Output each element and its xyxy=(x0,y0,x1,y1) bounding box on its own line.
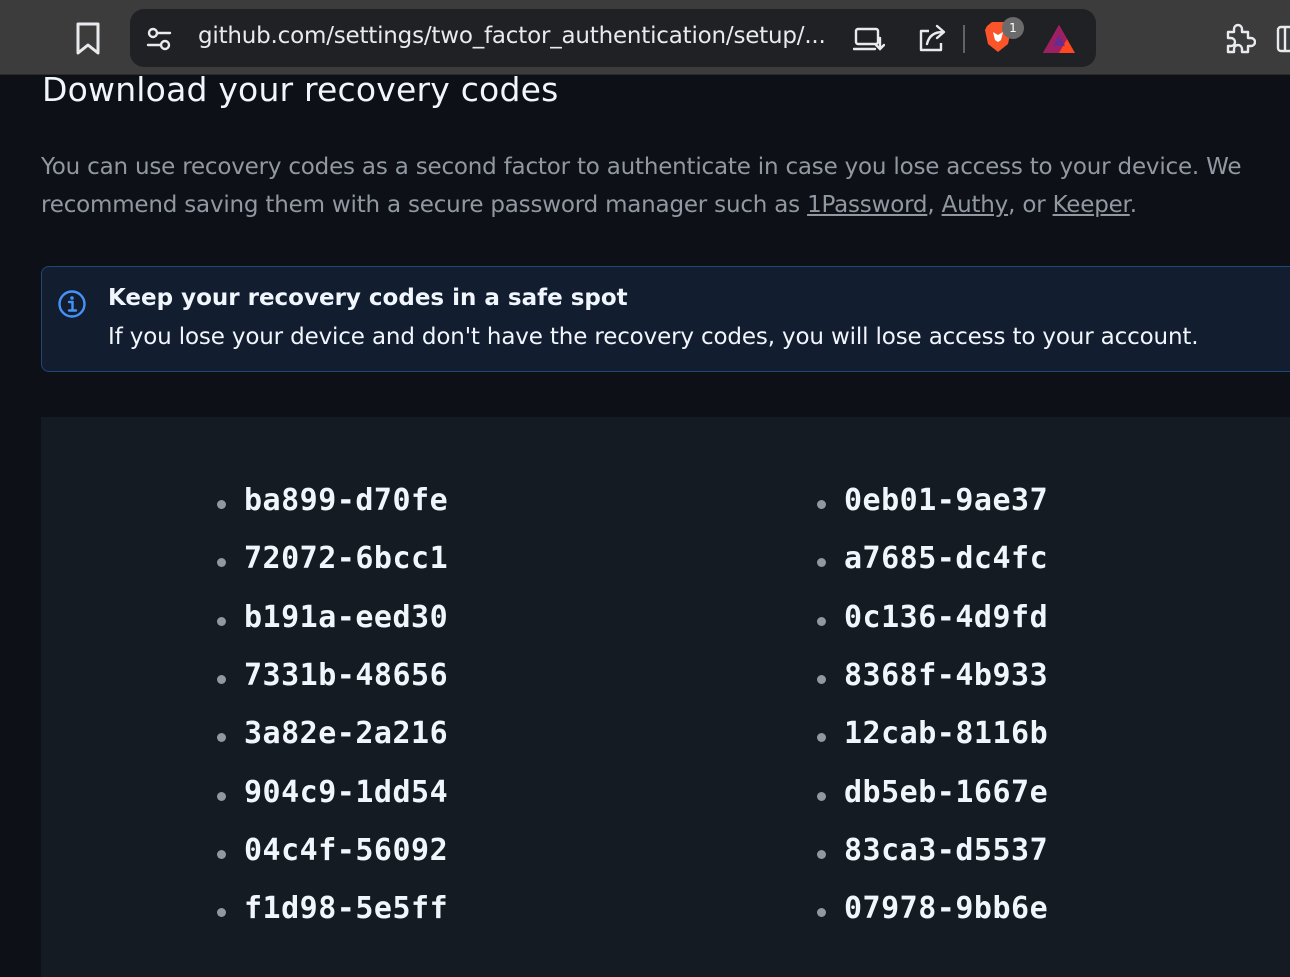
recovery-code: 3a82e-2a216 xyxy=(244,716,449,752)
page-title: Download your recovery codes xyxy=(42,70,559,109)
extensions-icon[interactable] xyxy=(1220,20,1258,58)
bullet-icon xyxy=(217,733,226,743)
info-icon xyxy=(57,289,87,319)
bullet-icon xyxy=(817,849,826,859)
description-separator: , xyxy=(927,192,942,218)
recovery-code: 07978-9bb6e xyxy=(844,891,1049,927)
recovery-code: 83ca3-d5537 xyxy=(844,832,1049,868)
recovery-code: 12cab-8116b xyxy=(844,716,1049,752)
sidebar-icon[interactable] xyxy=(1272,22,1290,56)
shields-count-badge: 1 xyxy=(1002,17,1024,39)
url-text[interactable]: github.com/settings/two_factor_authentic… xyxy=(198,23,826,49)
notice-title: Keep your recovery codes in a safe spot xyxy=(108,285,628,311)
recovery-code: 904c9-1dd54 xyxy=(244,774,449,810)
bullet-icon xyxy=(217,616,226,626)
bullet-icon xyxy=(817,791,826,801)
bullet-icon xyxy=(817,733,826,743)
recovery-codes-panel: ba899-d70fe 72072-6bcc1 b191a-eed30 7331b-4… xyxy=(41,417,1290,977)
toolbar-divider xyxy=(963,25,965,53)
recovery-code: 0eb01-9ae37 xyxy=(844,483,1049,518)
bullet-icon xyxy=(817,908,826,918)
description: You can use recovery codes as a second f… xyxy=(41,148,1271,224)
brave-rewards-icon[interactable] xyxy=(1040,22,1078,56)
description-end: . xyxy=(1129,192,1137,218)
link-1password[interactable]: 1Password xyxy=(807,192,927,218)
recovery-code: 72072-6bcc1 xyxy=(244,541,449,577)
bullet-icon xyxy=(217,674,226,684)
bookmark-icon[interactable] xyxy=(70,20,106,58)
bullet-icon xyxy=(817,674,826,684)
recovery-code: 7331b-48656 xyxy=(244,657,449,693)
description-separator: , or xyxy=(1008,192,1053,218)
recovery-code: ba899-d70fe xyxy=(244,483,449,518)
bullet-icon xyxy=(217,849,226,859)
recovery-code: 0c136-4d9fd xyxy=(844,599,1049,635)
recovery-code: f1d98-5e5ff xyxy=(244,891,449,927)
recovery-code: b191a-eed30 xyxy=(244,599,449,635)
recovery-code: 04c4f-56092 xyxy=(244,832,449,868)
link-authy[interactable]: Authy xyxy=(942,192,1009,218)
bullet-icon xyxy=(817,616,826,626)
bullet-icon xyxy=(217,908,226,918)
bullet-icon xyxy=(217,558,226,568)
bullet-icon xyxy=(817,500,826,509)
bullet-icon xyxy=(217,500,226,509)
recovery-code: a7685-dc4fc xyxy=(844,541,1049,577)
recovery-code: 8368f-4b933 xyxy=(844,657,1049,693)
notice-body: If you lose your device and don't have t… xyxy=(108,324,1199,350)
info-notice: Keep your recovery codes in a safe spot … xyxy=(41,266,1290,372)
share-icon[interactable] xyxy=(916,22,948,54)
bullet-icon xyxy=(217,791,226,801)
link-keeper[interactable]: Keeper xyxy=(1053,192,1130,218)
recovery-code: db5eb-1667e xyxy=(844,774,1049,810)
address-bar[interactable]: github.com/settings/two_factor_authentic… xyxy=(130,9,1096,67)
site-settings-icon[interactable] xyxy=(144,24,174,54)
browser-toolbar: github.com/settings/two_factor_authentic… xyxy=(0,0,1290,75)
install-app-icon[interactable] xyxy=(852,24,886,54)
bullet-icon xyxy=(817,558,826,568)
